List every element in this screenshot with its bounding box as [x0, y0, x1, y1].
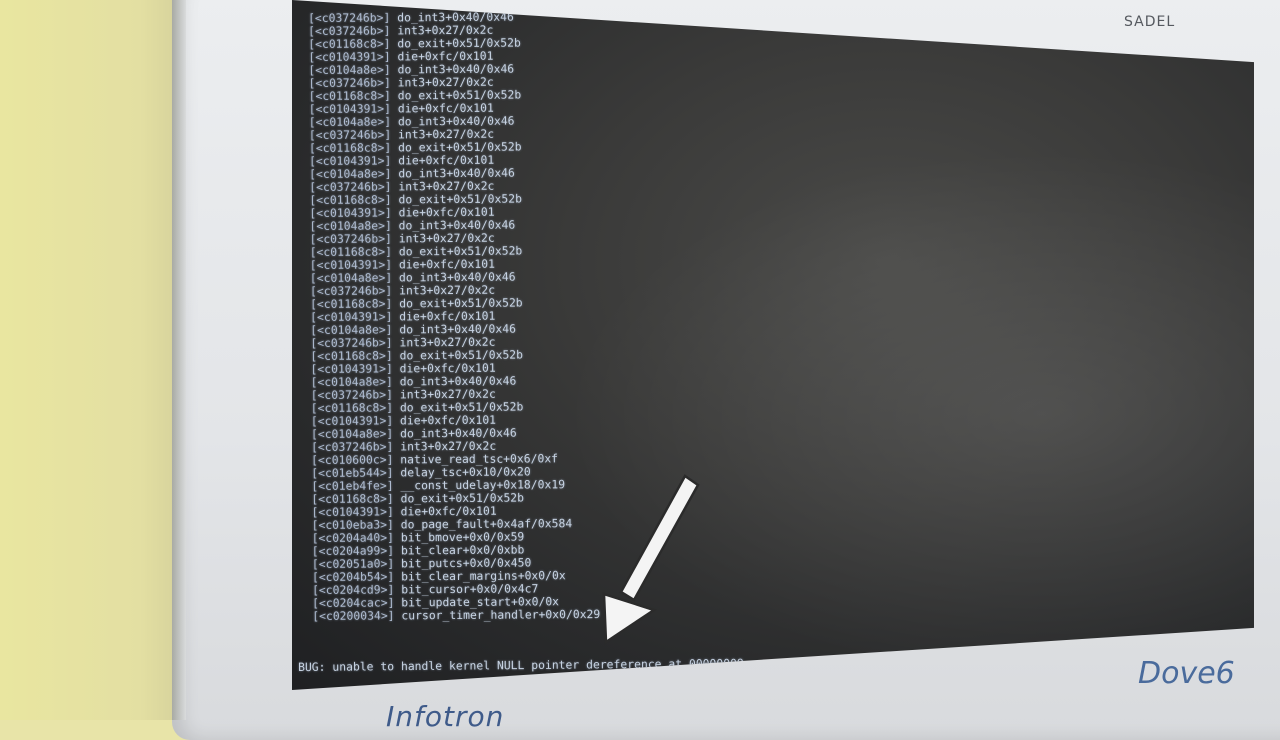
annotation-arrow-icon — [602, 474, 700, 645]
arrow-shape — [602, 474, 700, 645]
